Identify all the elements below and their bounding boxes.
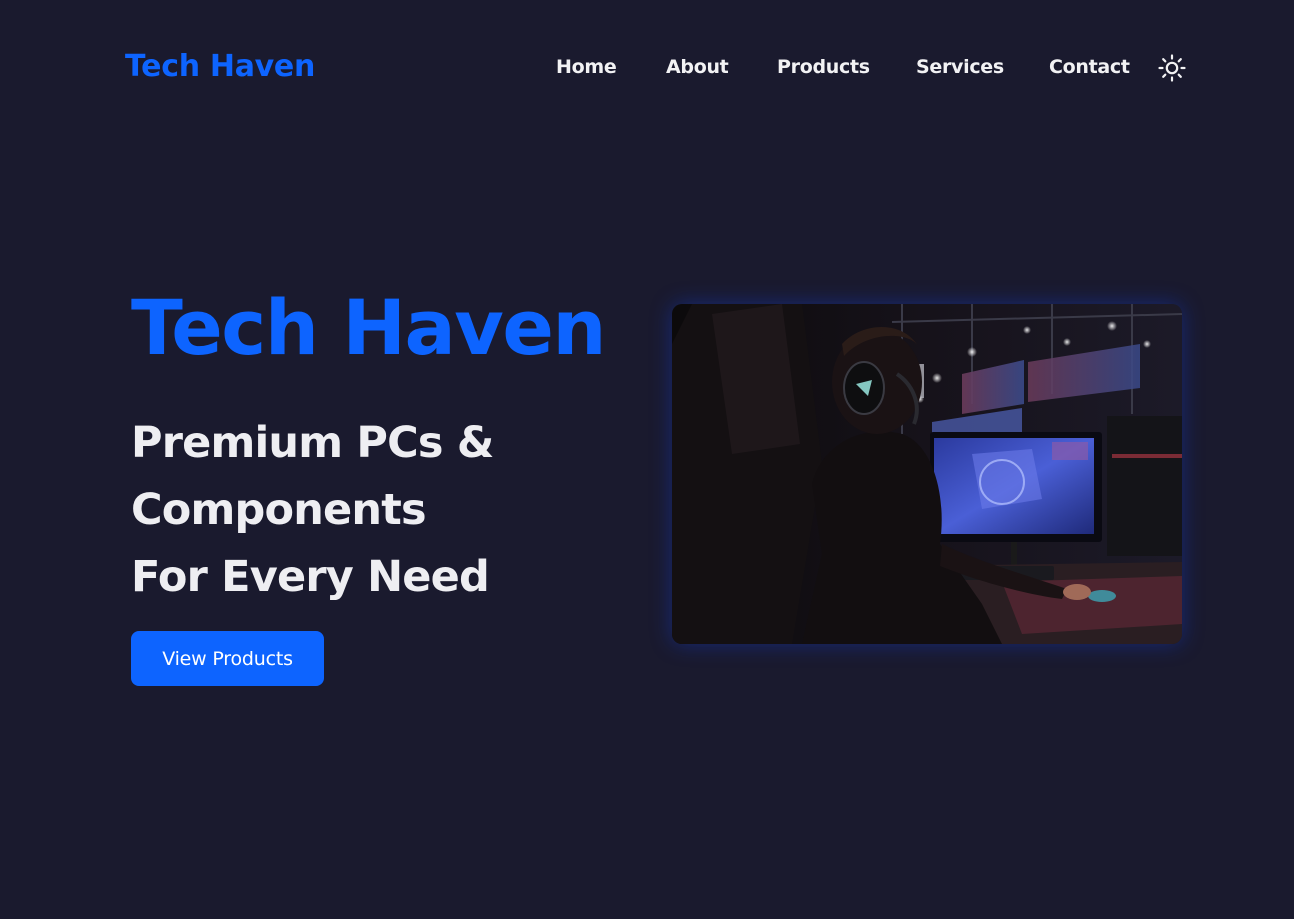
gaming-setup-photo (672, 304, 1182, 644)
nav-link-products[interactable]: Products (777, 56, 870, 78)
nav-link-contact[interactable]: Contact (1049, 56, 1130, 78)
nav-link-home[interactable]: Home (556, 56, 617, 78)
hero-subtitle-line: For Every Need (131, 552, 490, 602)
hero-image (672, 304, 1182, 644)
sun-icon (1158, 54, 1186, 82)
hero-subtitle-line: Premium PCs & (131, 418, 494, 468)
nav-link-about[interactable]: About (666, 56, 729, 78)
hero-subtitle: Premium PCs & Components For Every Need (131, 410, 494, 611)
nav-link-services[interactable]: Services (916, 56, 1004, 78)
theme-toggle-button[interactable] (1157, 53, 1187, 83)
hero-title: Tech Haven (131, 283, 607, 372)
brand-logo[interactable]: Tech Haven (125, 49, 315, 84)
view-products-button[interactable]: View Products (131, 631, 324, 686)
hero-subtitle-line: Components (131, 485, 427, 535)
navbar: Tech Haven Home About Products Services … (0, 0, 1294, 136)
